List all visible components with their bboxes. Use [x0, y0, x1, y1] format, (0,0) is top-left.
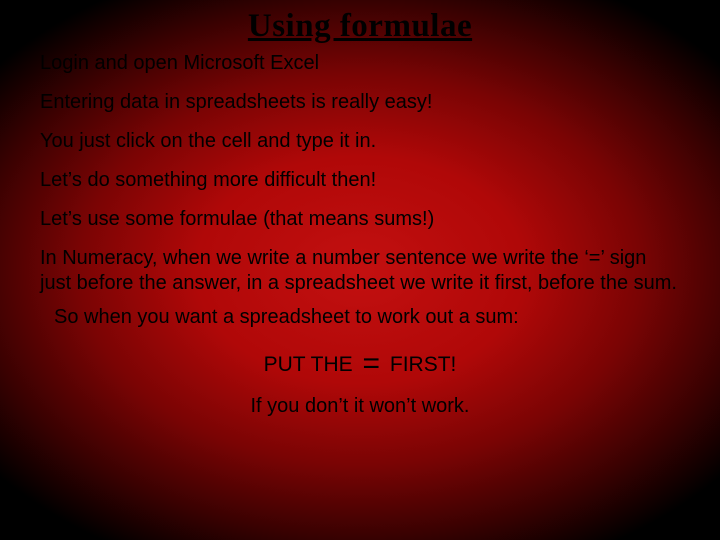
slide: Using formulae Login and open Microsoft …: [0, 0, 720, 540]
put-post: FIRST!: [384, 353, 456, 376]
put-pre: PUT THE: [264, 353, 359, 376]
slide-body: Login and open Microsoft Excel Entering …: [0, 51, 720, 418]
body-line-4: Let’s do something more difficult then!: [40, 168, 680, 193]
body-line-6: In Numeracy, when we write a number sent…: [40, 246, 680, 296]
body-line-1: Login and open Microsoft Excel: [40, 51, 680, 76]
foot-line: If you don’t it won’t work.: [40, 395, 680, 418]
put-line: PUT THE = FIRST!: [40, 347, 680, 381]
slide-title: Using formulae: [0, 0, 720, 51]
body-line-3: You just click on the cell and type it i…: [40, 129, 680, 154]
equals-sign: =: [359, 347, 385, 380]
body-line-so: So when you want a spreadsheet to work o…: [40, 306, 680, 329]
body-line-2: Entering data in spreadsheets is really …: [40, 90, 680, 115]
body-line-5: Let’s use some formulae (that means sums…: [40, 207, 680, 232]
